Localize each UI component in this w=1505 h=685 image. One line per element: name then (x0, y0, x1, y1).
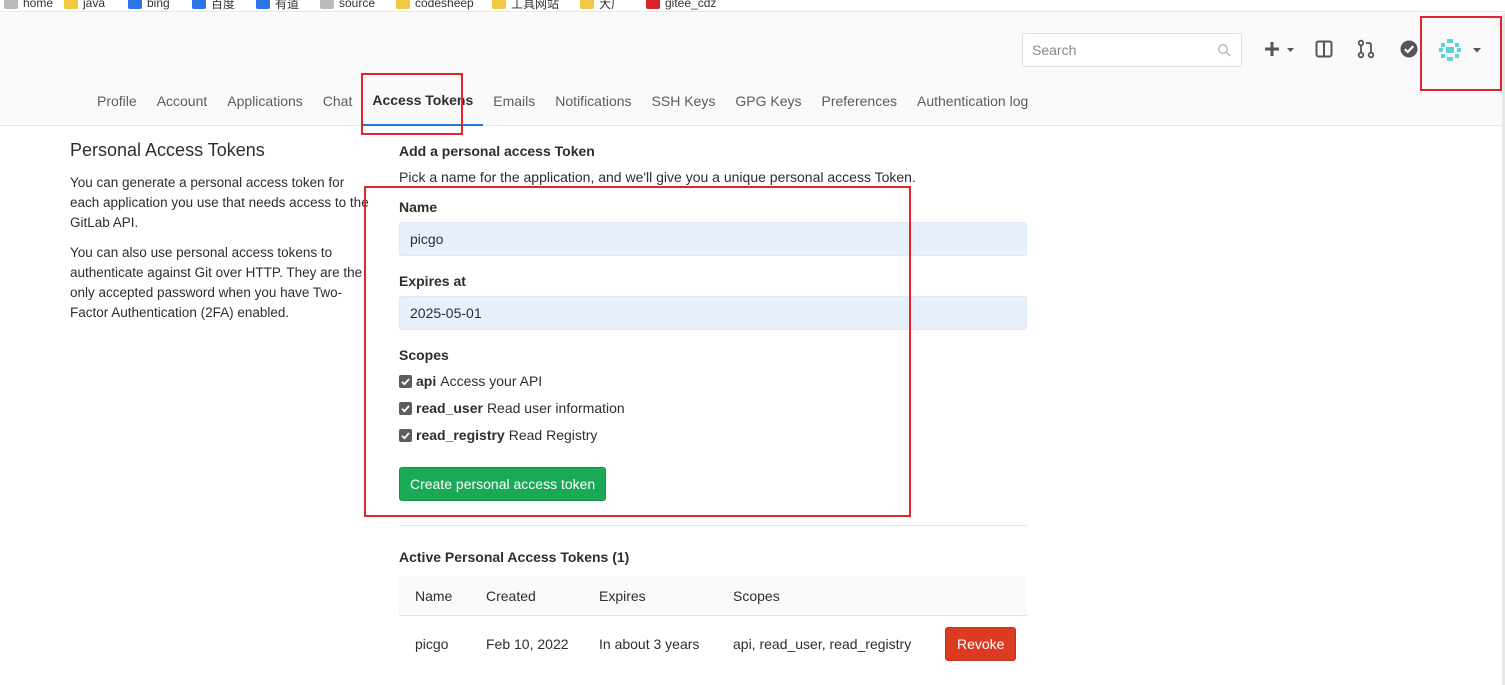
token-form: Add a personal access Token Pick a name … (399, 140, 1027, 501)
checkmark-icon (401, 377, 410, 386)
top-header: Profile Account Applications Chat Access… (0, 13, 1505, 126)
table-row: picgo Feb 10, 2022 In about 3 years api,… (399, 616, 1027, 672)
bookmark-bing[interactable]: bing (128, 0, 170, 11)
bookmark-baidu[interactable]: 百度 (192, 0, 235, 11)
description-paragraph: You can generate a personal access token… (70, 175, 369, 230)
name-label: Name (399, 199, 438, 215)
section-divider (399, 525, 1027, 526)
tab-account[interactable]: Account (147, 75, 218, 126)
bookmark-youdao[interactable]: 有道 (256, 0, 299, 11)
sidebar-toggle-button[interactable] (1312, 37, 1336, 61)
merge-request-icon (1357, 39, 1375, 59)
bookmark-java[interactable]: java (64, 0, 105, 11)
column-header-name: Name (415, 587, 453, 604)
active-tokens-title: Active Personal Access Tokens (1) (399, 549, 630, 565)
youdao-icon (256, 0, 270, 9)
scopes-label: Scopes (399, 347, 449, 363)
tab-chat[interactable]: Chat (313, 75, 363, 126)
column-header-created: Created (486, 587, 536, 604)
scope-api: api Access your API (399, 371, 542, 391)
token-name-cell: picgo (415, 636, 449, 652)
scope-read-registry: read_registry Read Registry (399, 425, 597, 445)
bookmark-tools[interactable]: 工具网站 (492, 0, 559, 11)
folder-icon (580, 0, 594, 9)
merge-requests-button[interactable] (1354, 37, 1378, 61)
identicon-avatar (1439, 39, 1461, 61)
checkmark-icon (401, 404, 410, 413)
source-icon (320, 0, 334, 9)
new-dropdown-button[interactable] (1262, 37, 1298, 61)
search-input[interactable] (1023, 34, 1203, 66)
token-expires-cell: In about 3 years (599, 636, 700, 652)
token-scopes-cell: api, read_user, read_registry (733, 636, 912, 652)
tab-profile[interactable]: Profile (87, 75, 147, 126)
bookmarks-bar: home java bing 百度 有道 source codesheep 工具… (0, 0, 1505, 12)
page-title: Personal Access Tokens (70, 140, 265, 160)
tab-notifications[interactable]: Notifications (545, 75, 641, 126)
folder-icon (492, 0, 506, 9)
expires-date-field[interactable] (399, 296, 1027, 330)
revoke-button[interactable]: Revoke (945, 627, 1017, 661)
gitee-icon (646, 0, 660, 9)
tab-gpg-keys[interactable]: GPG Keys (725, 75, 811, 126)
bookmark-icon (4, 0, 18, 9)
baidu-icon (192, 0, 206, 9)
bookmark-source[interactable]: source (320, 0, 375, 11)
form-subtitle: Pick a name for the application, and we'… (399, 169, 916, 185)
chevron-down-icon (1473, 48, 1481, 53)
folder-icon (64, 0, 78, 9)
tab-ssh-keys[interactable]: SSH Keys (642, 75, 726, 126)
scope-read-user: read_user Read user information (399, 398, 625, 418)
user-menu-button[interactable] (1437, 33, 1485, 67)
description-column: Personal Access Tokens You can generate … (70, 140, 370, 333)
tab-emails[interactable]: Emails (483, 75, 545, 126)
tab-preferences[interactable]: Preferences (812, 75, 907, 126)
name-field[interactable] (399, 222, 1027, 256)
create-token-button[interactable]: Create personal access token (399, 467, 607, 501)
expires-label: Expires at (399, 273, 466, 289)
tab-access-tokens[interactable]: Access Tokens (362, 75, 484, 126)
active-tokens-table: Name Created Expires Scopes picgo Feb 10… (399, 576, 1027, 672)
checkbox-read-registry[interactable] (399, 428, 412, 442)
plus-icon (1265, 42, 1294, 56)
bing-icon (128, 0, 142, 9)
bookmark-gitee[interactable]: gitee_cdz (646, 0, 716, 11)
todo-check-icon (1400, 40, 1418, 58)
todos-button[interactable] (1397, 37, 1421, 61)
tab-applications[interactable]: Applications (217, 75, 313, 126)
checkbox-read-user[interactable] (399, 401, 412, 415)
table-header: Name Created Expires Scopes (399, 576, 1027, 616)
column-header-scopes: Scopes (733, 587, 780, 604)
bookmark-dachang[interactable]: 大厂 (580, 0, 623, 11)
bookmark-codesheep[interactable]: codesheep (396, 0, 474, 11)
token-action-cell: Revoke (945, 616, 1017, 672)
search-box (1022, 33, 1242, 67)
settings-nav-tabs: Profile Account Applications Chat Access… (87, 75, 1038, 126)
bookmark-home[interactable]: home (4, 0, 53, 11)
sidebar-panel-icon (1315, 40, 1333, 58)
form-title: Add a personal access Token (399, 143, 595, 159)
checkmark-icon (401, 431, 410, 440)
token-created-cell: Feb 10, 2022 (486, 636, 569, 652)
tab-authentication-log[interactable]: Authentication log (907, 75, 1038, 126)
column-header-expires: Expires (599, 587, 646, 604)
checkbox-api[interactable] (399, 374, 412, 388)
description-paragraph: You can also use personal access tokens … (70, 245, 363, 320)
folder-icon (396, 0, 410, 9)
search-icon[interactable] (1217, 43, 1231, 57)
